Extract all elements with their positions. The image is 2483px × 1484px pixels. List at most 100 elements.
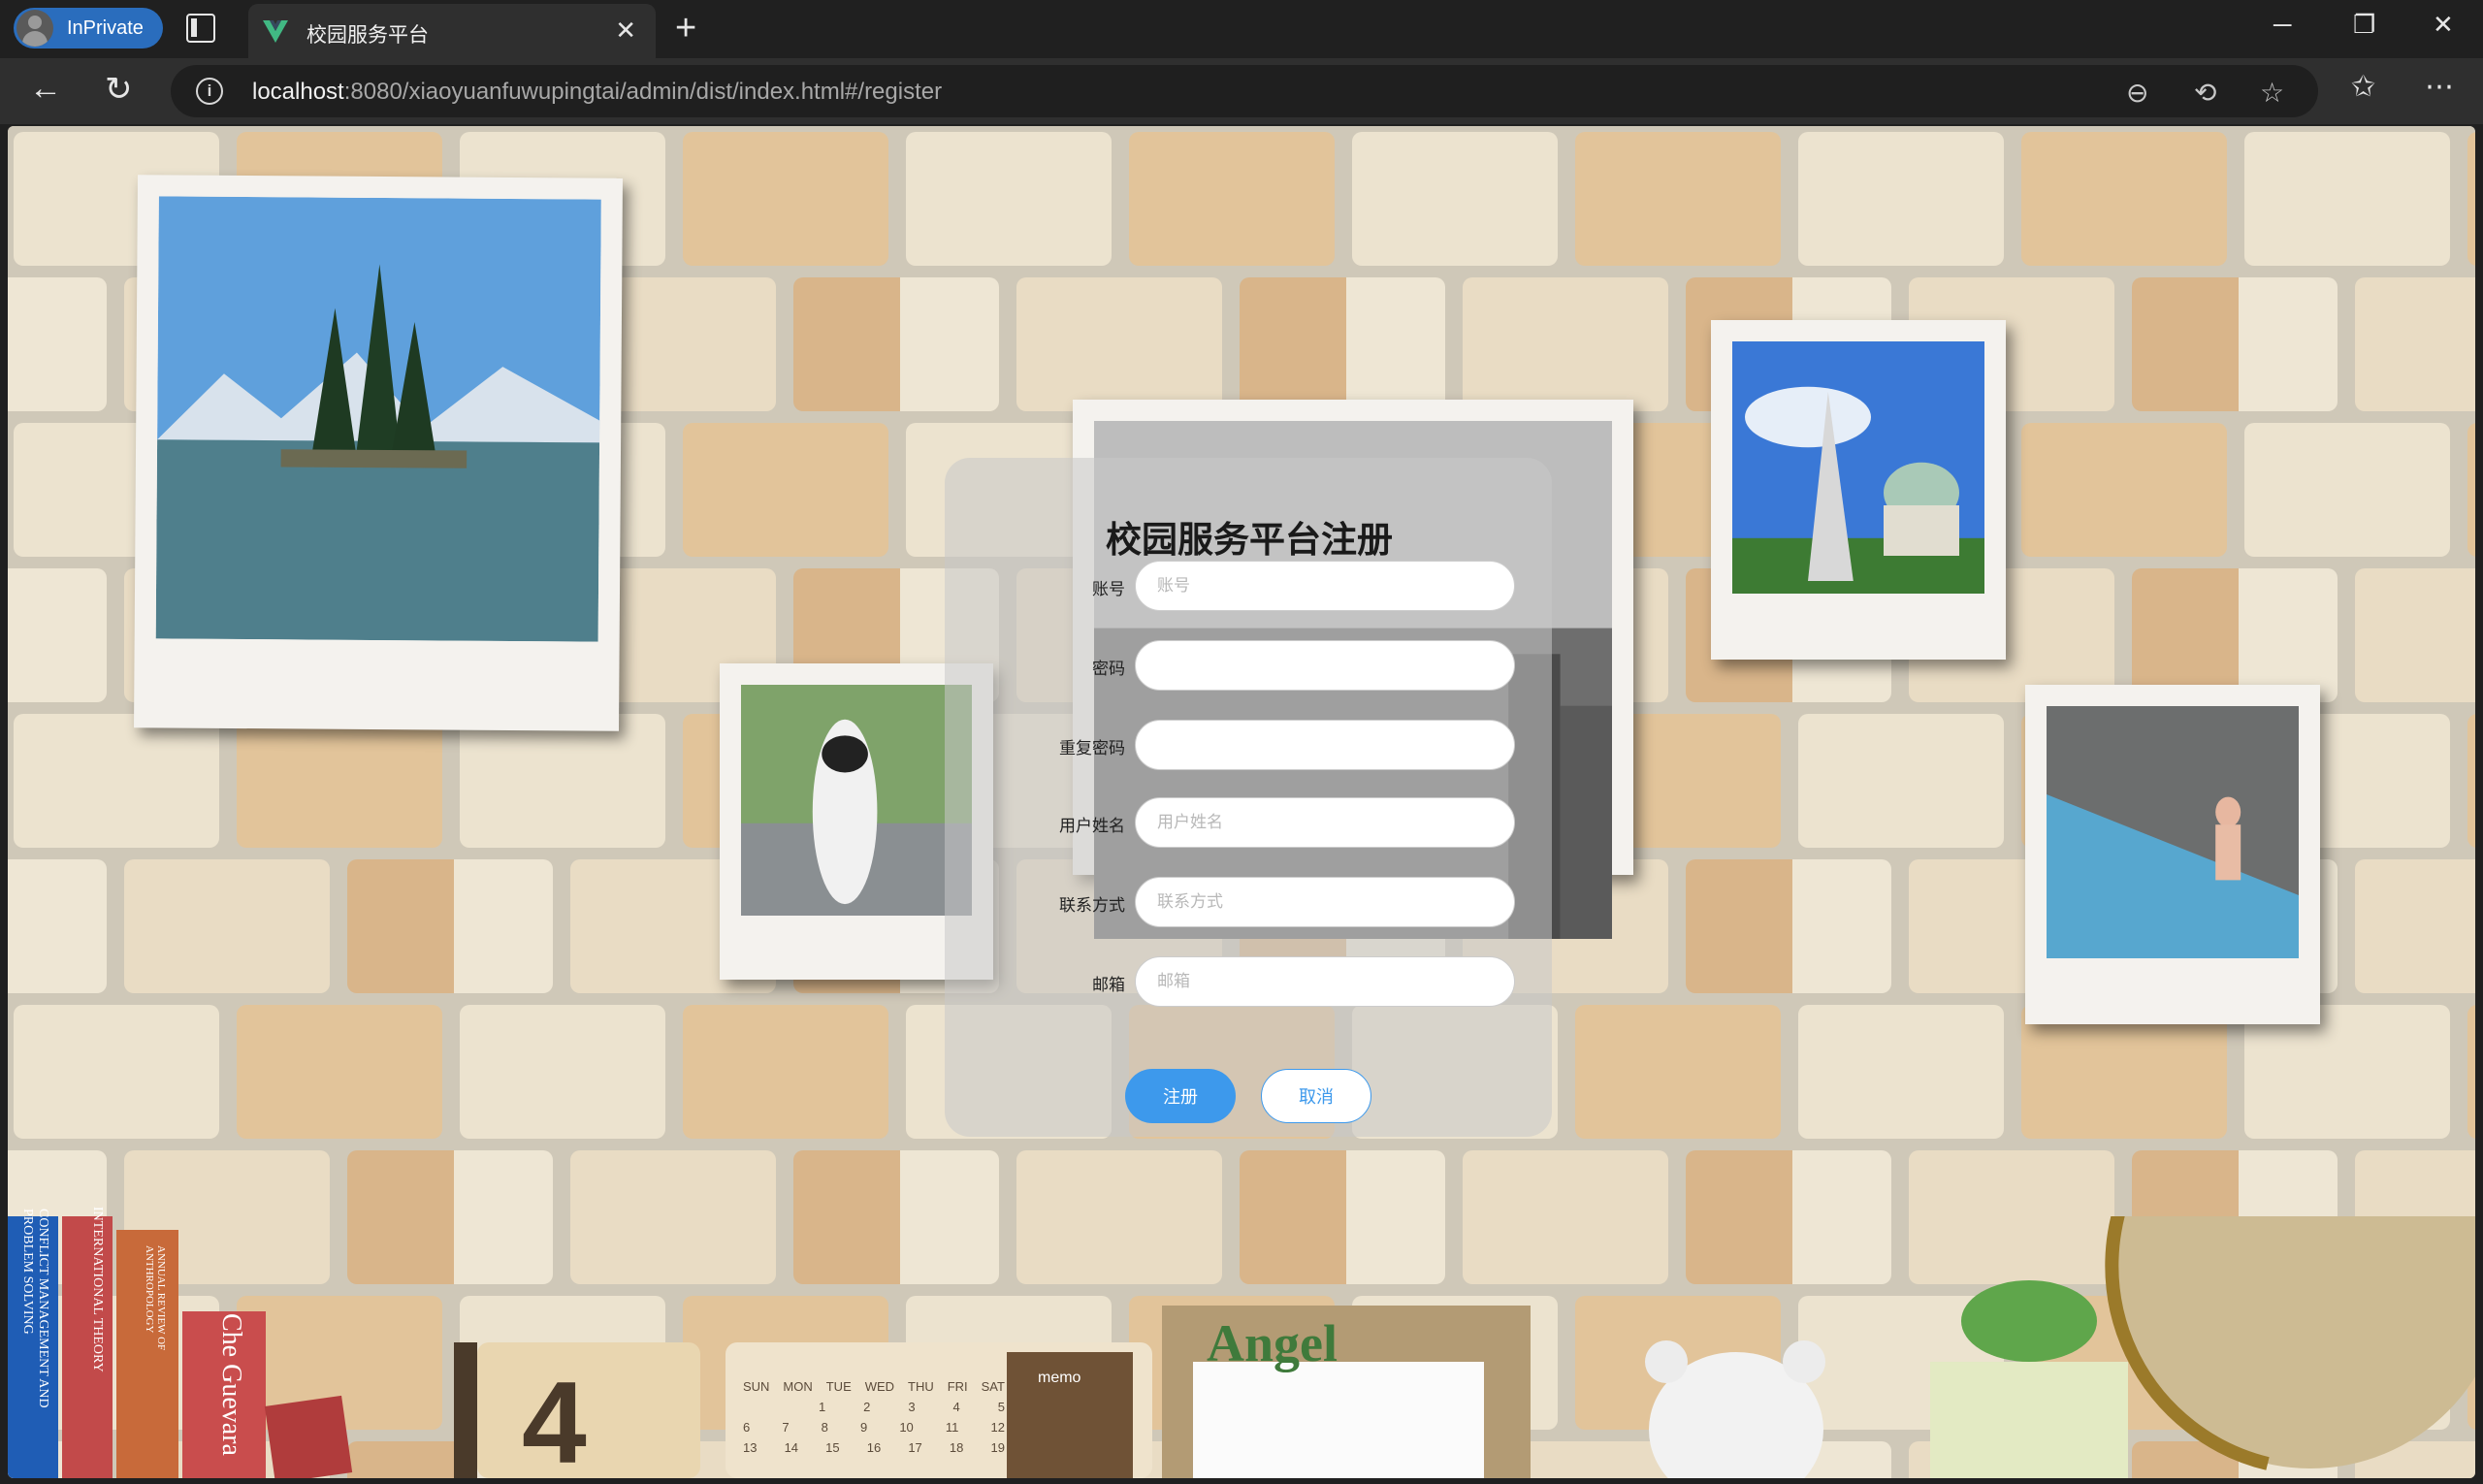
calendar-date: 5: [997, 1400, 1005, 1414]
calendar-date: 6: [743, 1420, 751, 1435]
photo-frame-lake: [134, 175, 623, 731]
calendar-day-name: FRI: [947, 1379, 968, 1394]
password-input[interactable]: [1135, 640, 1515, 691]
minimize-icon[interactable]: ─: [2273, 10, 2291, 40]
teddy-bear: [1645, 1340, 1825, 1478]
calendar-week-row: 1 2 3 4 5: [743, 1400, 1005, 1414]
calendar-header-row: SUN MON TUE WED THU FRI SAT: [743, 1379, 1005, 1394]
calendar-date: 18: [949, 1440, 964, 1455]
refresh-icon[interactable]: ↻: [105, 70, 133, 109]
url-text[interactable]: localhost:8080/xiaoyuanfuwupingtai/admin…: [252, 79, 942, 106]
email-input[interactable]: [1135, 956, 1515, 1007]
contact-row: 联系方式: [945, 877, 1552, 927]
form-title: 校园服务平台注册: [1106, 519, 1393, 561]
book-title-1: CONFLICT MANAGEMENT AND PROBLEM SOLVING: [20, 1209, 50, 1408]
account-input[interactable]: [1135, 561, 1515, 611]
pot-body: [1930, 1362, 2128, 1478]
calendar-date: 8: [821, 1420, 828, 1435]
tab-close-icon[interactable]: ✕: [615, 16, 636, 46]
calendar-date: 9: [859, 1420, 868, 1435]
back-icon[interactable]: ←: [29, 70, 62, 108]
calendar-date: 11: [945, 1420, 959, 1435]
zoom-out-icon[interactable]: ⊖: [2126, 77, 2148, 109]
vue-logo-icon: [263, 20, 288, 43]
book-title-3: ANNUAL REVIEW OF ANTHROPOLOGY: [144, 1245, 167, 1351]
calendar-week-row: 13 14 15 16 17 18 19: [743, 1440, 1005, 1455]
email-row: 邮箱: [945, 956, 1552, 1007]
succulent-pot: [1930, 1280, 2128, 1478]
number-calendar-card: [477, 1342, 700, 1478]
calendar-day-name: SAT: [981, 1379, 1005, 1394]
calendar-date: 1: [818, 1400, 826, 1414]
calendar-day-name: WED: [864, 1379, 895, 1394]
page-viewport: 校园服务平台注册 账号 密码 重复密码 用户姓名 联系方式 邮箱 注册 取消: [8, 126, 2475, 1478]
globe: [2105, 1216, 2475, 1470]
calendar-day-name: MON: [783, 1379, 813, 1394]
username-label: 用户姓名: [1059, 817, 1125, 836]
register-panel: 校园服务平台注册 账号 密码 重复密码 用户姓名 联系方式 邮箱 注册 取消: [945, 458, 1552, 1137]
calendar-week-row: 6 7 8 9 10 11 12: [743, 1420, 1005, 1435]
tab-actions-icon[interactable]: [186, 14, 215, 43]
username-input[interactable]: [1135, 797, 1515, 848]
book-title-4: Che Guevara: [216, 1313, 246, 1456]
url-host: localhost: [252, 79, 344, 105]
account-label: 账号: [1092, 580, 1125, 599]
statue-photo: [741, 685, 972, 916]
address-bar[interactable]: i localhost:8080/xiaoyuanfuwupingtai/adm…: [171, 65, 2318, 117]
favorite-star-icon[interactable]: ☆: [2260, 77, 2284, 109]
password-row: 密码: [945, 640, 1552, 691]
favorites-icon[interactable]: ✩: [2351, 70, 2375, 104]
email-label: 邮箱: [1092, 976, 1125, 995]
site-info-icon[interactable]: i: [196, 78, 223, 105]
lake-photo: [155, 196, 601, 642]
calendar-date: 2: [863, 1400, 871, 1414]
calendar-date: 4: [952, 1400, 960, 1414]
calendar-day-name: TUE: [825, 1379, 852, 1394]
angel-label: Angel: [1207, 1314, 1338, 1372]
calendar-date: 3: [908, 1400, 916, 1414]
window-close-icon[interactable]: ✕: [2433, 10, 2454, 40]
new-tab-icon[interactable]: +: [675, 8, 696, 49]
register-button[interactable]: 注册: [1125, 1069, 1236, 1123]
monument-photo: [1732, 341, 1984, 594]
contact-input[interactable]: [1135, 877, 1515, 927]
photo-frame-monument: [1711, 320, 2006, 660]
browser-titlebar: InPrivate 校园服务平台 ✕ + ─ ❐ ✕: [0, 0, 2483, 58]
calendar-date: 19: [990, 1440, 1005, 1455]
url-path: :8080/xiaoyuanfuwupingtai/admin/dist/ind…: [343, 79, 943, 105]
profile-avatar-icon: [16, 10, 53, 47]
contact-label: 联系方式: [1059, 896, 1125, 916]
photo-frame-baby: [2025, 685, 2320, 1024]
calendar-day-name: SUN: [743, 1379, 770, 1394]
repeat-password-input[interactable]: [1135, 720, 1515, 770]
more-menu-icon[interactable]: ⋯: [2425, 70, 2454, 104]
calendar-date: 17: [908, 1440, 922, 1455]
book-small: [264, 1395, 353, 1478]
repeat-password-label: 重复密码: [1059, 739, 1125, 758]
calendar-date: 16: [866, 1440, 882, 1455]
calendar-date: 15: [825, 1440, 840, 1455]
teddy-ear-right: [1783, 1340, 1825, 1383]
teddy-ear-left: [1645, 1340, 1688, 1383]
succulent-leaves: [1961, 1280, 2097, 1362]
read-aloud-icon[interactable]: ⟲: [2194, 77, 2216, 109]
calendar-date: 13: [743, 1440, 758, 1455]
calendar-date: 7: [782, 1420, 790, 1435]
memo-label: memo: [1038, 1370, 1081, 1386]
calendar-grid: SUN MON TUE WED THU FRI SAT 12345 6 7 8 9 10 11 12 1…: [743, 1379, 1005, 1455]
inprivate-label: InPrivate: [67, 16, 144, 39]
angel-frame-inner: [1193, 1362, 1484, 1478]
calendar-day-name: THU: [908, 1379, 934, 1394]
book-spines: [8, 1216, 353, 1478]
browser-toolbar: ← ↻ i localhost:8080/xiaoyuanfuwupingtai…: [0, 58, 2483, 124]
inprivate-profile-button[interactable]: InPrivate: [14, 8, 163, 48]
restore-icon[interactable]: ❐: [2353, 10, 2375, 40]
password-label: 密码: [1092, 660, 1125, 679]
book-title-2: INTERNATIONAL THEORY: [90, 1207, 105, 1372]
calendar-date: 12: [990, 1420, 1005, 1435]
calendar-date: 14: [784, 1440, 799, 1455]
browser-tab[interactable]: 校园服务平台 ✕: [248, 4, 656, 58]
calendar-number: 4: [522, 1358, 587, 1478]
cancel-button[interactable]: 取消: [1261, 1069, 1371, 1123]
baby-photo: [2047, 706, 2299, 958]
